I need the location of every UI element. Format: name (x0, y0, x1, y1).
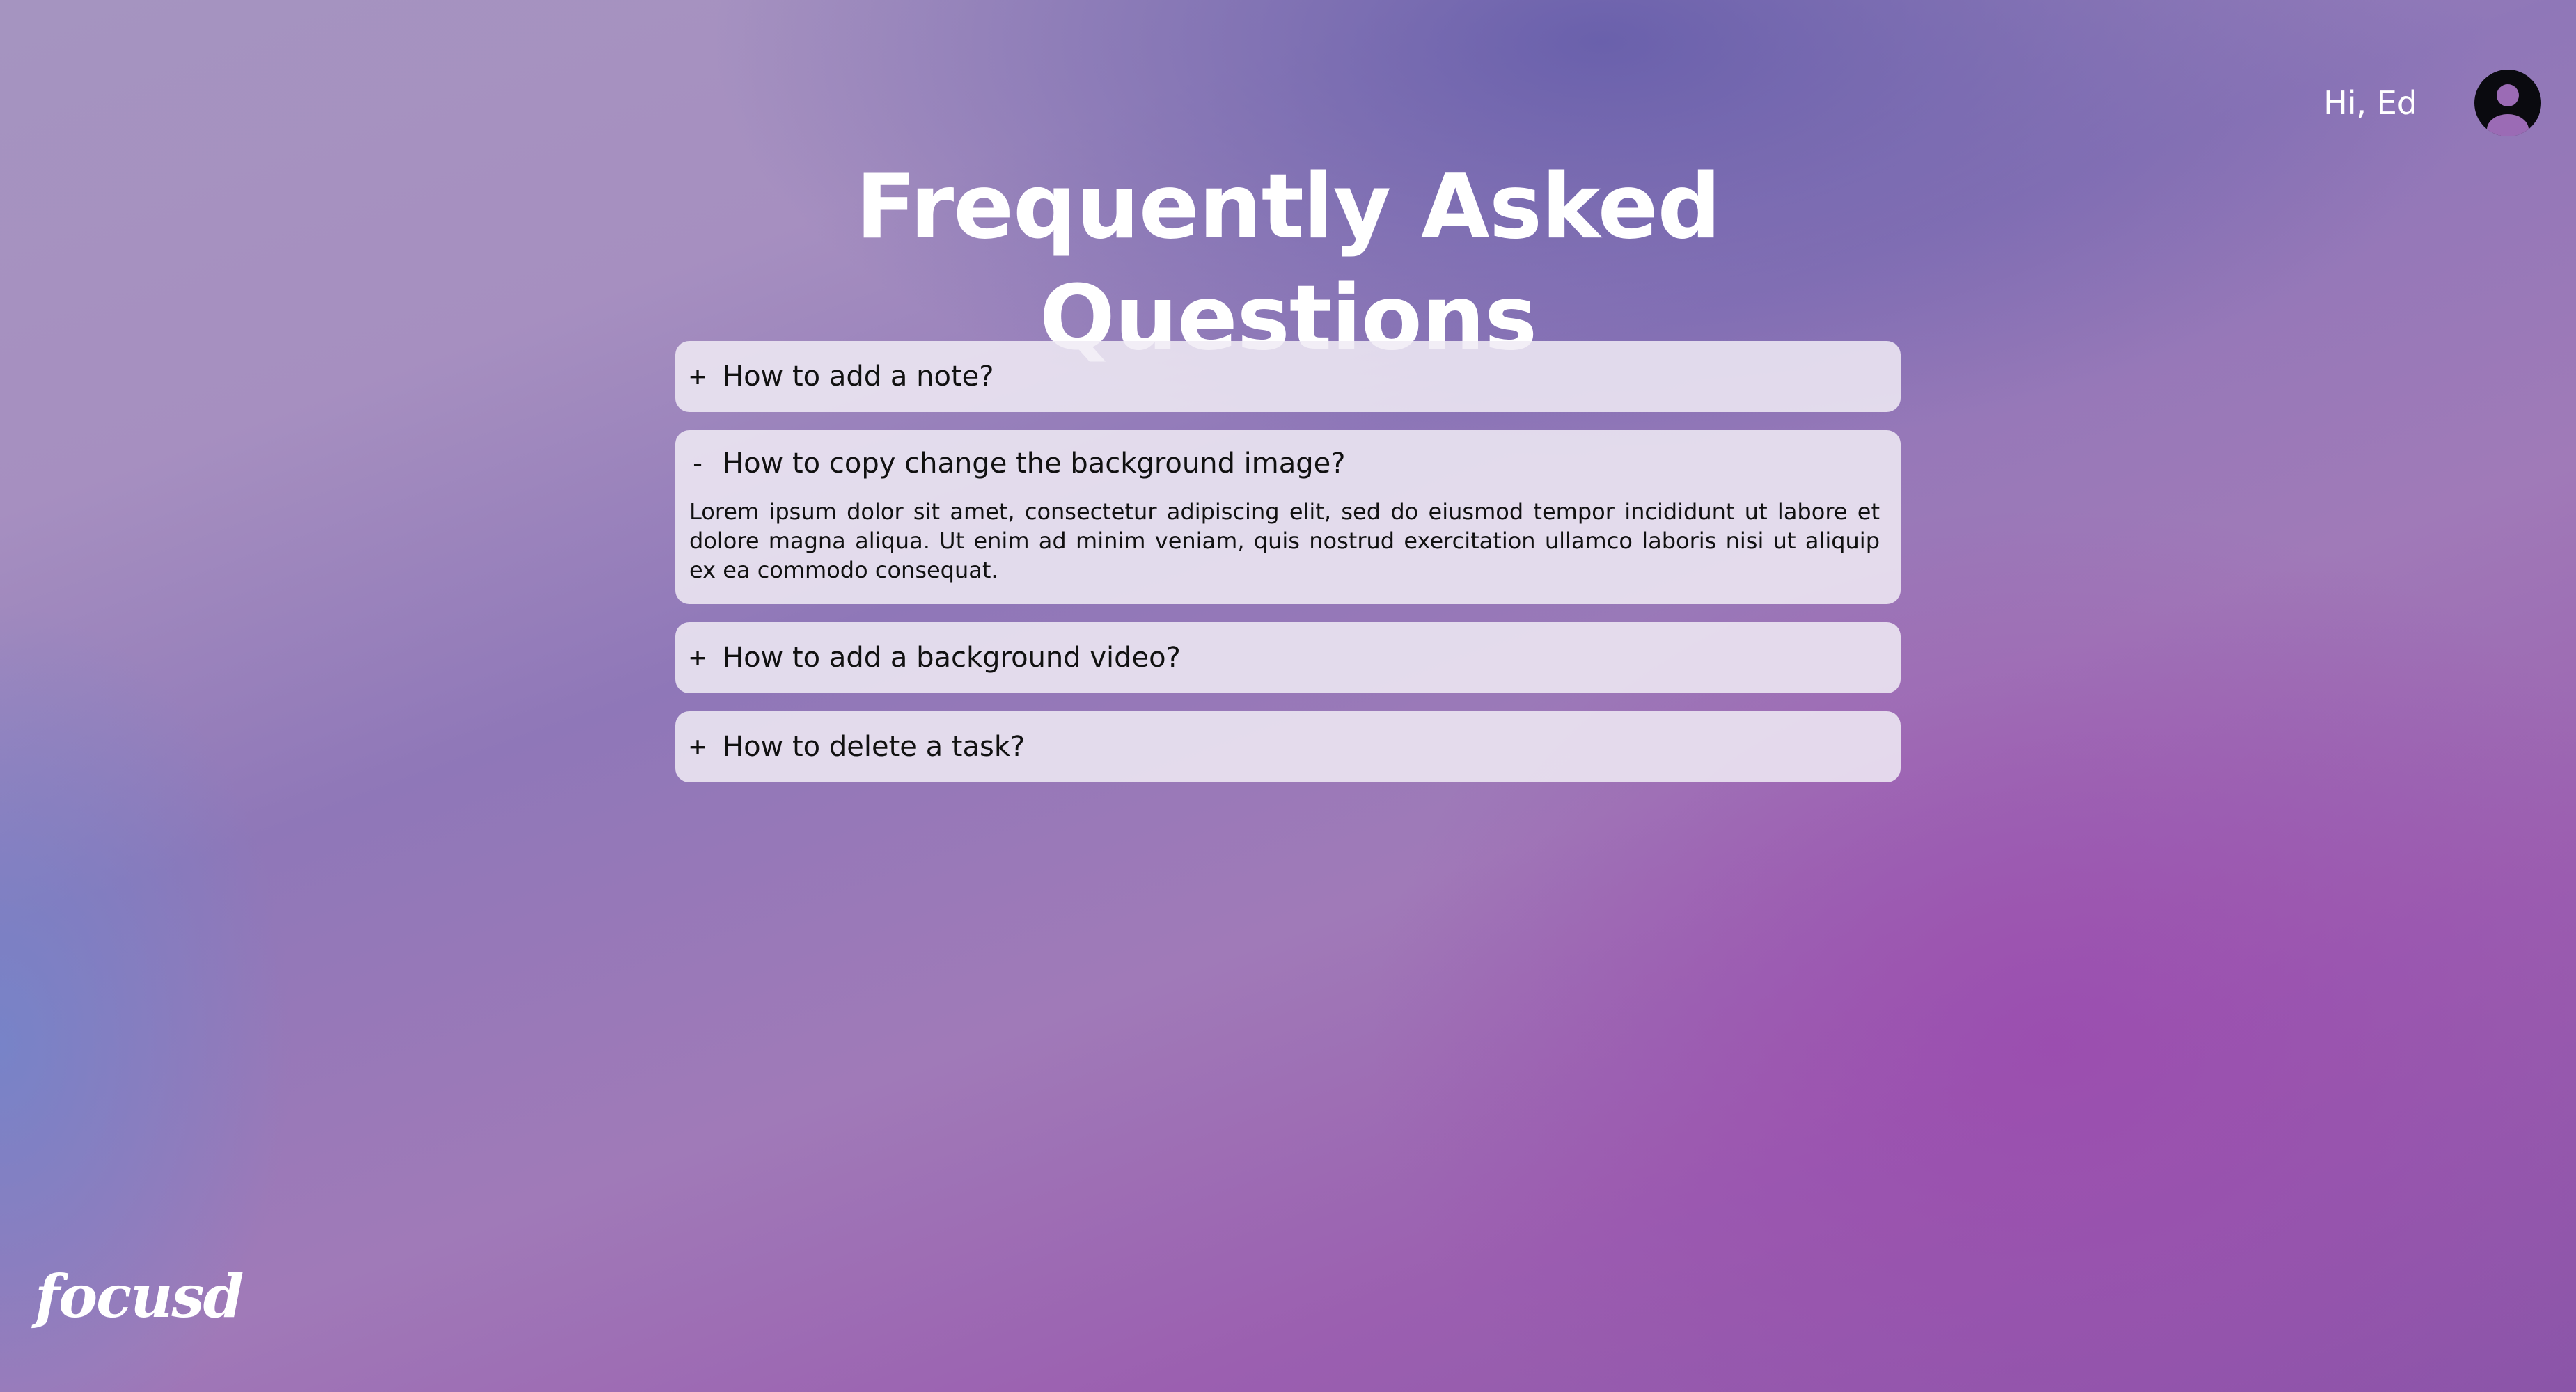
faq-question-row[interactable]: + How to add a note? (675, 341, 1901, 412)
user-avatar-icon (2487, 84, 2529, 136)
collapse-icon[interactable]: - (689, 448, 723, 480)
faq-item[interactable]: + How to add a note? (675, 341, 1901, 412)
faq-question-row[interactable]: + How to add a background video? (675, 622, 1901, 693)
faq-list: + How to add a note? - How to copy chang… (675, 341, 1901, 800)
faq-question[interactable]: How to copy change the background image? (723, 448, 1346, 480)
faq-question[interactable]: How to delete a task? (723, 731, 1025, 763)
expand-icon[interactable]: + (689, 361, 723, 393)
faq-question-row[interactable]: - How to copy change the background imag… (675, 430, 1901, 490)
faq-answer: Lorem ipsum dolor sit amet, consectetur … (689, 498, 1880, 583)
faq-question-row[interactable]: + How to delete a task? (675, 711, 1901, 782)
expand-icon[interactable]: + (689, 731, 723, 763)
faq-item[interactable]: - How to copy change the background imag… (675, 430, 1901, 604)
faq-item[interactable]: + How to delete a task? (675, 711, 1901, 782)
faq-item[interactable]: + How to add a background video? (675, 622, 1901, 693)
faq-question[interactable]: How to add a note? (723, 361, 994, 393)
expand-icon[interactable]: + (689, 642, 723, 674)
user-avatar-button[interactable] (2474, 70, 2541, 136)
user-greeting: Hi, Ed (2323, 84, 2417, 122)
faq-question[interactable]: How to add a background video? (723, 642, 1181, 674)
brand-logo[interactable]: focusd (35, 1267, 244, 1326)
